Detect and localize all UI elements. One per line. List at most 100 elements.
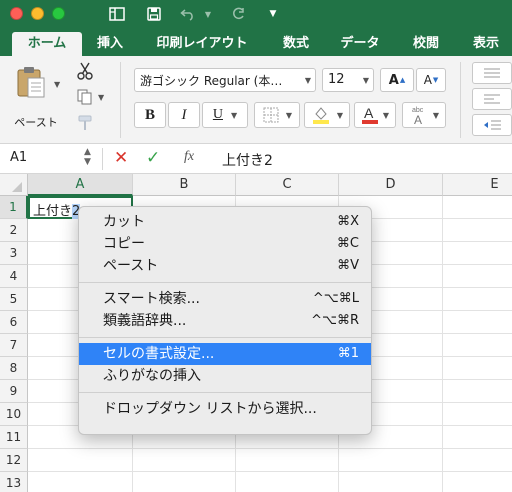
tab-data[interactable]: データ bbox=[332, 32, 388, 56]
row-header[interactable]: 11 bbox=[0, 426, 28, 449]
row-header[interactable]: 2 bbox=[0, 219, 28, 242]
menu-item-shortcut: ⌘X bbox=[337, 214, 359, 229]
increase-font-size-button[interactable]: A ▲ bbox=[380, 68, 414, 92]
tab-view[interactable]: 表示 bbox=[462, 32, 510, 56]
row-header[interactable]: 4 bbox=[0, 265, 28, 288]
menu-separator bbox=[79, 337, 371, 338]
menu-item-shortcut: ^⌥⌘L bbox=[312, 291, 359, 306]
customize-toolbar-icon[interactable]: ▼ bbox=[262, 3, 284, 25]
close-window-button[interactable] bbox=[10, 7, 23, 20]
triangle-up-icon: ▲ bbox=[399, 76, 406, 84]
menu-item-shortcut: ⌘1 bbox=[337, 346, 359, 361]
row-header[interactable]: 1 bbox=[0, 196, 28, 219]
enter-check-icon[interactable]: ✓ bbox=[146, 148, 160, 168]
row-header[interactable]: 3 bbox=[0, 242, 28, 265]
furigana-icon: abcA bbox=[412, 107, 424, 126]
tab-formulas[interactable]: 数式 bbox=[272, 32, 320, 56]
row-header[interactable]: 5 bbox=[0, 288, 28, 311]
maximize-window-button[interactable] bbox=[52, 7, 65, 20]
menu-separator bbox=[79, 392, 371, 393]
row-header[interactable]: 6 bbox=[0, 311, 28, 334]
menu-item[interactable]: カット ⌘X bbox=[79, 211, 371, 233]
cut-icon[interactable] bbox=[76, 62, 96, 82]
row-header[interactable]: 9 bbox=[0, 380, 28, 403]
align-lines-icon bbox=[484, 68, 500, 78]
font-size-select[interactable]: 12 ▼ bbox=[322, 68, 374, 92]
chevron-down-icon: ▼ bbox=[304, 76, 311, 85]
italic-button[interactable]: I bbox=[168, 102, 200, 128]
save-icon[interactable] bbox=[143, 3, 165, 25]
paint-bucket-icon bbox=[312, 107, 329, 124]
column-header[interactable]: C bbox=[236, 174, 339, 196]
align-top-button[interactable] bbox=[472, 62, 512, 84]
underline-button[interactable]: U ▼ bbox=[202, 102, 248, 128]
row-header[interactable]: 12 bbox=[0, 449, 28, 472]
title-bar: ▼ ▼ bbox=[0, 0, 512, 32]
divider bbox=[102, 148, 103, 170]
chevron-down-icon: ▼ bbox=[230, 110, 238, 120]
tab-insert[interactable]: 挿入 bbox=[86, 32, 134, 56]
minimize-window-button[interactable] bbox=[31, 7, 44, 20]
row-header[interactable]: 8 bbox=[0, 357, 28, 380]
column-header[interactable]: B bbox=[133, 174, 236, 196]
name-box[interactable]: A1 bbox=[10, 150, 27, 165]
font-size-value: 12 bbox=[328, 72, 345, 87]
cancel-icon[interactable]: ✕ bbox=[114, 148, 128, 168]
chevron-down-icon: ▼ bbox=[362, 76, 369, 85]
font-color-icon: A bbox=[361, 105, 378, 124]
divider bbox=[460, 62, 461, 138]
undo-icon[interactable] bbox=[177, 3, 199, 25]
menu-item[interactable]: ふりがなの挿入 bbox=[79, 365, 371, 387]
menu-item[interactable]: ドロップダウン リストから選択... bbox=[79, 398, 371, 420]
menu-item-label: 類義語辞典... bbox=[103, 313, 187, 329]
name-box-stepper-icon[interactable]: ▲ ▼ bbox=[84, 147, 91, 167]
indent-button[interactable] bbox=[472, 114, 512, 136]
context-menu: カット ⌘X コピー ⌘C ペースト ⌘V スマート検索... ^⌥⌘L 類義語辞典... ^⌥⌘… bbox=[78, 206, 372, 435]
gridline bbox=[28, 448, 512, 449]
format-painter-icon[interactable] bbox=[76, 114, 96, 134]
column-header[interactable]: E bbox=[443, 174, 512, 196]
ribbon-tabs: ホーム 挿入 印刷レイアウト 数式 データ 校閲 表示 bbox=[0, 32, 512, 56]
fill-color-button[interactable]: ▼ bbox=[304, 102, 350, 128]
font-name-select[interactable]: 游ゴシック Regular (本… ▼ bbox=[134, 68, 316, 92]
copy-icon[interactable]: ▼ bbox=[76, 88, 106, 108]
formula-content[interactable]: 上付き2 bbox=[222, 150, 273, 170]
menu-item-label: ペースト bbox=[103, 258, 159, 274]
menu-item-shortcut: ^⌥⌘R bbox=[311, 313, 359, 328]
tab-home[interactable]: ホーム bbox=[12, 32, 82, 56]
menu-item[interactable]: 類義語辞典... ^⌥⌘R bbox=[79, 310, 371, 332]
font-color-button[interactable]: A ▼ bbox=[354, 102, 396, 128]
paste-dropdown-icon[interactable]: ▼ bbox=[54, 80, 60, 89]
triangle-down-icon: ▼ bbox=[432, 76, 439, 84]
decrease-font-size-button[interactable]: A ▼ bbox=[416, 68, 446, 92]
tab-page-layout[interactable]: 印刷レイアウト bbox=[146, 32, 258, 56]
redo-icon[interactable] bbox=[227, 3, 249, 25]
menu-item[interactable]: スマート検索... ^⌥⌘L bbox=[79, 288, 371, 310]
row-header[interactable]: 7 bbox=[0, 334, 28, 357]
undo-dropdown-icon[interactable]: ▼ bbox=[197, 3, 219, 25]
menu-item[interactable]: ペースト ⌘V bbox=[79, 255, 371, 277]
column-header[interactable]: D bbox=[339, 174, 443, 196]
clipboard-icon bbox=[17, 67, 45, 98]
borders-button[interactable]: ▼ bbox=[254, 102, 300, 128]
tab-review[interactable]: 校閲 bbox=[402, 32, 450, 56]
paste-button[interactable]: ▼ ペースト bbox=[10, 64, 62, 134]
insert-function-icon[interactable]: fx bbox=[184, 149, 194, 165]
menu-item-label: ふりがなの挿入 bbox=[103, 368, 201, 384]
column-header[interactable]: A bbox=[28, 174, 133, 196]
indent-icon bbox=[484, 120, 501, 130]
borders-icon bbox=[263, 107, 279, 123]
menu-item[interactable]: セルの書式設定... ⌘1 bbox=[79, 343, 371, 365]
row-header[interactable]: 13 bbox=[0, 472, 28, 492]
paste-label: ペースト bbox=[14, 116, 58, 129]
phonetic-guide-button[interactable]: abc A ▼ bbox=[402, 102, 446, 128]
row-header[interactable]: 10 bbox=[0, 403, 28, 426]
sidebar-toggle-icon[interactable] bbox=[106, 3, 128, 25]
menu-item-shortcut: ⌘C bbox=[336, 236, 359, 251]
underline-label: U bbox=[212, 107, 223, 122]
select-all-corner[interactable] bbox=[0, 174, 28, 196]
bold-button[interactable]: B bbox=[134, 102, 166, 128]
align-left-button[interactable] bbox=[472, 88, 512, 110]
menu-item[interactable]: コピー ⌘C bbox=[79, 233, 371, 255]
gridline bbox=[28, 471, 512, 472]
